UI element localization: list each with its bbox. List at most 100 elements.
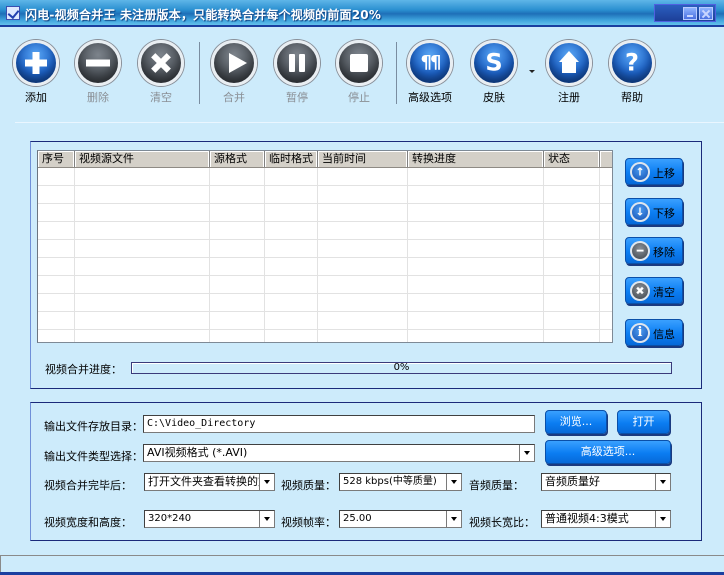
col-header-status[interactable]: 状态	[544, 151, 600, 167]
pause-button[interactable]: 暂停	[267, 40, 327, 105]
merge-progress-label: 视频合并进度：	[45, 363, 122, 376]
video-quality-value: 528 kbps(中等质量)	[343, 476, 437, 487]
register-label: 注册	[558, 91, 580, 104]
skin-icon: S	[485, 48, 503, 77]
chevron-down-icon[interactable]	[655, 511, 670, 527]
column-line	[74, 168, 75, 342]
table-row[interactable]	[38, 294, 612, 312]
col-header-source-file[interactable]: 视频源文件	[75, 151, 210, 167]
open-button[interactable]: 打开	[617, 410, 670, 434]
video-size-select[interactable]: 320*240	[144, 510, 275, 528]
aspect-ratio-label: 视频长宽比：	[469, 516, 535, 529]
window-controls	[654, 4, 716, 22]
column-line	[317, 168, 318, 342]
info-button[interactable]: i 信息	[625, 319, 683, 346]
title-bar: 闪电-视频合并王 未注册版本，只能转换合并每个视频的前面20%	[0, 0, 724, 27]
register-button[interactable]: 注册	[539, 40, 599, 105]
merge-button[interactable]: 合并	[204, 40, 264, 105]
video-quality-select[interactable]: 528 kbps(中等质量)	[339, 473, 462, 491]
toolbar-divider	[15, 122, 724, 123]
col-header-index[interactable]: 序号	[38, 151, 75, 167]
video-size-value: 320*240	[148, 513, 192, 524]
help-label: 帮助	[621, 91, 643, 104]
clear-button[interactable]: 清空	[131, 40, 191, 105]
output-type-label: 输出文件类型选择：	[44, 450, 143, 463]
move-up-button[interactable]: ↑ 上移	[625, 158, 683, 185]
remove-button[interactable]: ━ 移除	[625, 237, 683, 264]
help-button[interactable]: ? 帮助	[602, 40, 662, 105]
delete-button[interactable]: 删除	[68, 40, 128, 105]
toolbar-separator	[396, 42, 397, 104]
col-header-progress[interactable]: 转换进度	[408, 151, 544, 167]
stop-button[interactable]: 停止	[329, 40, 389, 105]
minimize-button[interactable]	[683, 7, 697, 20]
table-row[interactable]	[38, 222, 612, 240]
close-button[interactable]	[699, 7, 713, 20]
merge-label: 合并	[223, 91, 245, 104]
col-header-current-time[interactable]: 当前时间	[318, 151, 408, 167]
merge-progress-text: 0%	[393, 362, 410, 373]
aspect-ratio-select[interactable]: 普通视频4:3模式	[541, 510, 671, 528]
arrow-down-icon: ↓	[630, 202, 650, 222]
col-header-temp-format[interactable]: 临时格式	[265, 151, 318, 167]
after-merge-label: 视频合并完毕后：	[44, 479, 132, 492]
skin-dropdown-icon[interactable]	[529, 70, 535, 73]
column-line	[209, 168, 210, 342]
table-row[interactable]	[38, 330, 612, 342]
output-dir-label: 输出文件存放目录：	[44, 420, 143, 433]
table-row[interactable]	[38, 258, 612, 276]
after-merge-select[interactable]: 打开文件夹查看转换的文	[144, 473, 275, 491]
col-header-extra[interactable]	[600, 151, 612, 167]
move-down-label: 下移	[653, 207, 675, 220]
arrow-up-icon: ↑	[630, 162, 650, 182]
output-type-select[interactable]: AVI视频格式 (*.AVI)	[143, 444, 535, 462]
remove-label: 移除	[653, 246, 675, 259]
advanced-options-label: 高级选项	[408, 91, 452, 104]
clear-list-button[interactable]: ✖ 清空	[625, 277, 683, 304]
table-row[interactable]	[38, 240, 612, 258]
fps-value: 25.00	[343, 513, 372, 524]
window-title: 闪电-视频合并王 未注册版本，只能转换合并每个视频的前面20%	[25, 8, 382, 22]
table-row[interactable]	[38, 312, 612, 330]
advanced-options-button[interactable]: ¶¶ 高级选项	[400, 40, 460, 105]
col-header-source-format[interactable]: 源格式	[210, 151, 265, 167]
file-table[interactable]: 序号 视频源文件 源格式 临时格式 当前时间 转换进度 状态	[37, 150, 613, 343]
minus-icon: ━	[630, 241, 650, 261]
skin-button[interactable]: S 皮肤	[464, 40, 524, 105]
chevron-down-icon[interactable]	[259, 511, 274, 527]
help-icon: ?	[625, 48, 639, 77]
chevron-down-icon[interactable]	[259, 474, 274, 490]
video-quality-label: 视频质量：	[281, 479, 336, 492]
info-icon: i	[630, 323, 650, 343]
pause-label: 暂停	[286, 91, 308, 104]
chevron-down-icon[interactable]	[519, 445, 534, 461]
column-line	[264, 168, 265, 342]
chevron-down-icon[interactable]	[655, 474, 670, 490]
output-dir-input[interactable]: C:\Video_Directory	[143, 415, 535, 433]
table-row[interactable]	[38, 204, 612, 222]
move-down-button[interactable]: ↓ 下移	[625, 198, 683, 225]
table-header: 序号 视频源文件 源格式 临时格式 当前时间 转换进度 状态	[38, 151, 612, 168]
browse-button[interactable]: 浏览...	[545, 410, 607, 434]
table-row[interactable]	[38, 276, 612, 294]
audio-quality-select[interactable]: 音频质量好	[541, 473, 671, 491]
chevron-down-icon[interactable]	[446, 474, 461, 490]
column-line	[599, 168, 600, 342]
table-row[interactable]	[38, 186, 612, 204]
skin-label: 皮肤	[483, 91, 505, 104]
advanced-options-dialog-button[interactable]: 高级选项...	[545, 440, 671, 464]
clear-list-label: 清空	[653, 286, 675, 299]
fps-label: 视频帧率：	[281, 516, 336, 529]
status-bar	[0, 555, 724, 572]
add-label: 添加	[25, 91, 47, 104]
audio-quality-value: 音频质量好	[545, 475, 600, 488]
stop-label: 停止	[348, 91, 370, 104]
x-icon: ✖	[630, 281, 650, 301]
table-row[interactable]	[38, 168, 612, 186]
fps-select[interactable]: 25.00	[339, 510, 462, 528]
after-merge-value: 打开文件夹查看转换的文	[148, 475, 269, 488]
add-button[interactable]: 添加	[6, 40, 66, 105]
merge-progress-bar: 0%	[131, 362, 672, 374]
chevron-down-icon[interactable]	[446, 511, 461, 527]
column-line	[543, 168, 544, 342]
